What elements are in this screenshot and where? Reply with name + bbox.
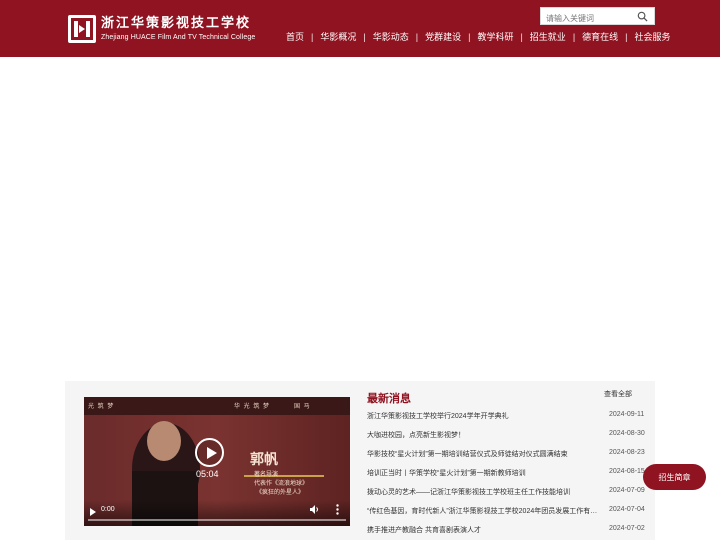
more-options-icon[interactable] [336, 504, 339, 515]
search-box [540, 7, 655, 27]
news-item[interactable]: 培训正当时丨华策学校“星火计划”第一期新教师培训 2024-08-15 [367, 464, 647, 483]
news-item-date: 2024-08-23 [609, 449, 645, 456]
news-item[interactable]: 浙江华策影视技工学校举行2024学年开学典礼 2024-09-11 [367, 407, 647, 426]
video-overlay-tag: 国 马 [294, 404, 311, 410]
nav-item-news[interactable]: 华影动态 [373, 31, 409, 43]
control-play-icon[interactable] [90, 508, 96, 516]
video-duration: 05:04 [196, 469, 219, 479]
news-item-title: 拨动心灵的艺术——记浙江华策影视技工学校班主任工作技能培训 [367, 489, 570, 496]
college-name[interactable]: 浙江华策影视技工学校 Zhejiang HUACE Film And TV Te… [101, 15, 255, 43]
video-name-card: 郭帆 [250, 451, 278, 467]
video-current-time: 0:00 [101, 506, 115, 513]
nav-separator: | [572, 32, 576, 42]
news-item-title: 大咖进校园，点亮新生影视梦！ [367, 432, 465, 439]
nav-item-moral[interactable]: 德育在线 [582, 31, 618, 43]
news-item[interactable]: “传红色基因，育时代新人”浙江华策影视技工学校2024年团员发展工作有序开展 2… [367, 502, 647, 521]
news-item[interactable]: 大咖进校园，点亮新生影视梦！ 2024-08-30 [367, 426, 647, 445]
news-item[interactable]: 拨动心灵的艺术——记浙江华策影视技工学校班主任工作技能培训 2024-07-09 [367, 483, 647, 502]
news-item-date: 2024-07-04 [609, 506, 645, 513]
video-overlay-tag: 华 光 筑 梦 [234, 404, 271, 410]
nav-separator: | [468, 32, 471, 42]
nav-item-admission[interactable]: 招生就业 [530, 31, 566, 43]
college-name-cn: 浙江华策影视技工学校 [101, 15, 252, 30]
site-header: 浙江华策影视技工学校 Zhejiang HUACE Film And TV Te… [0, 0, 720, 57]
news-item-date: 2024-07-02 [609, 525, 645, 532]
nav-item-home[interactable]: 首页 [286, 31, 304, 43]
news-item-date: 2024-08-30 [609, 430, 645, 437]
volume-icon[interactable] [310, 505, 320, 514]
nav-separator: | [415, 32, 419, 42]
main-nav: 首页 | 华影概况 | 华影动态 | 党群建设 | 教学科研 | 招生就业 | … [286, 31, 671, 43]
video-progress-bar[interactable] [88, 519, 346, 521]
nav-item-teaching[interactable]: 教学科研 [477, 31, 513, 43]
news-item-date: 2024-08-15 [609, 468, 645, 475]
news-heading: 最新消息 [367, 393, 411, 405]
nav-separator: | [625, 32, 628, 42]
news-item-date: 2024-07-09 [609, 487, 645, 494]
play-icon[interactable] [195, 438, 224, 467]
news-item[interactable]: 携手推进产教融合 共育喜剧表演人才 2024-07-02 [367, 521, 647, 540]
search-icon[interactable] [637, 11, 648, 22]
news-item[interactable]: 华影技校“星火计划”第一期培训结营仪式及师徒结对仪式圆满结束 2024-08-2… [367, 445, 647, 464]
news-item-title: 携手推进产教融合 共育喜剧表演人才 [367, 527, 481, 534]
search-input[interactable] [541, 10, 633, 27]
news-item-title: 浙江华策影视技工学校举行2024学年开学典礼 [367, 413, 509, 420]
college-name-en: Zhejiang HUACE Film And TV Technical Col… [101, 34, 256, 41]
college-logo-icon[interactable] [68, 15, 96, 43]
video-overlay-tag: 光 筑 梦 [88, 404, 115, 410]
nav-separator: | [520, 32, 523, 42]
nav-item-about[interactable]: 华影概况 [320, 31, 356, 43]
news-item-date: 2024-09-11 [609, 411, 645, 418]
admission-brochure-button[interactable]: 招生简章 [643, 464, 706, 490]
video-player[interactable]: 光 筑 梦 华 光 筑 梦 国 马 郭帆 著名导演 代表作《流浪地球》 《疯狂的… [84, 397, 350, 526]
video-name-card-sub: 《疯狂的外星人》 [256, 490, 305, 496]
news-item-title: “传红色基因，育时代新人”浙江华策影视技工学校2024年团员发展工作有序开展 [367, 508, 602, 515]
video-name-card-sub: 著名导演 [254, 472, 279, 478]
nav-item-service[interactable]: 社会服务 [635, 31, 671, 43]
news-item-title: 华影技校“星火计划”第一期培训结营仪式及师徒结对仪式圆满结束 [367, 451, 568, 458]
video-name-card-sub: 代表作《流浪地球》 [254, 481, 309, 487]
news-item-title: 培训正当时丨华策学校“星火计划”第一期新教师培训 [367, 470, 526, 477]
view-all-link[interactable]: 查看全部 [604, 389, 632, 399]
news-list: 浙江华策影视技工学校举行2024学年开学典礼 2024-09-11 大咖进校园，… [367, 407, 647, 540]
nav-separator: | [311, 32, 314, 42]
nav-separator: | [363, 32, 366, 42]
nav-item-party[interactable]: 党群建设 [425, 31, 461, 43]
video-controls: 0:00 [84, 500, 350, 526]
